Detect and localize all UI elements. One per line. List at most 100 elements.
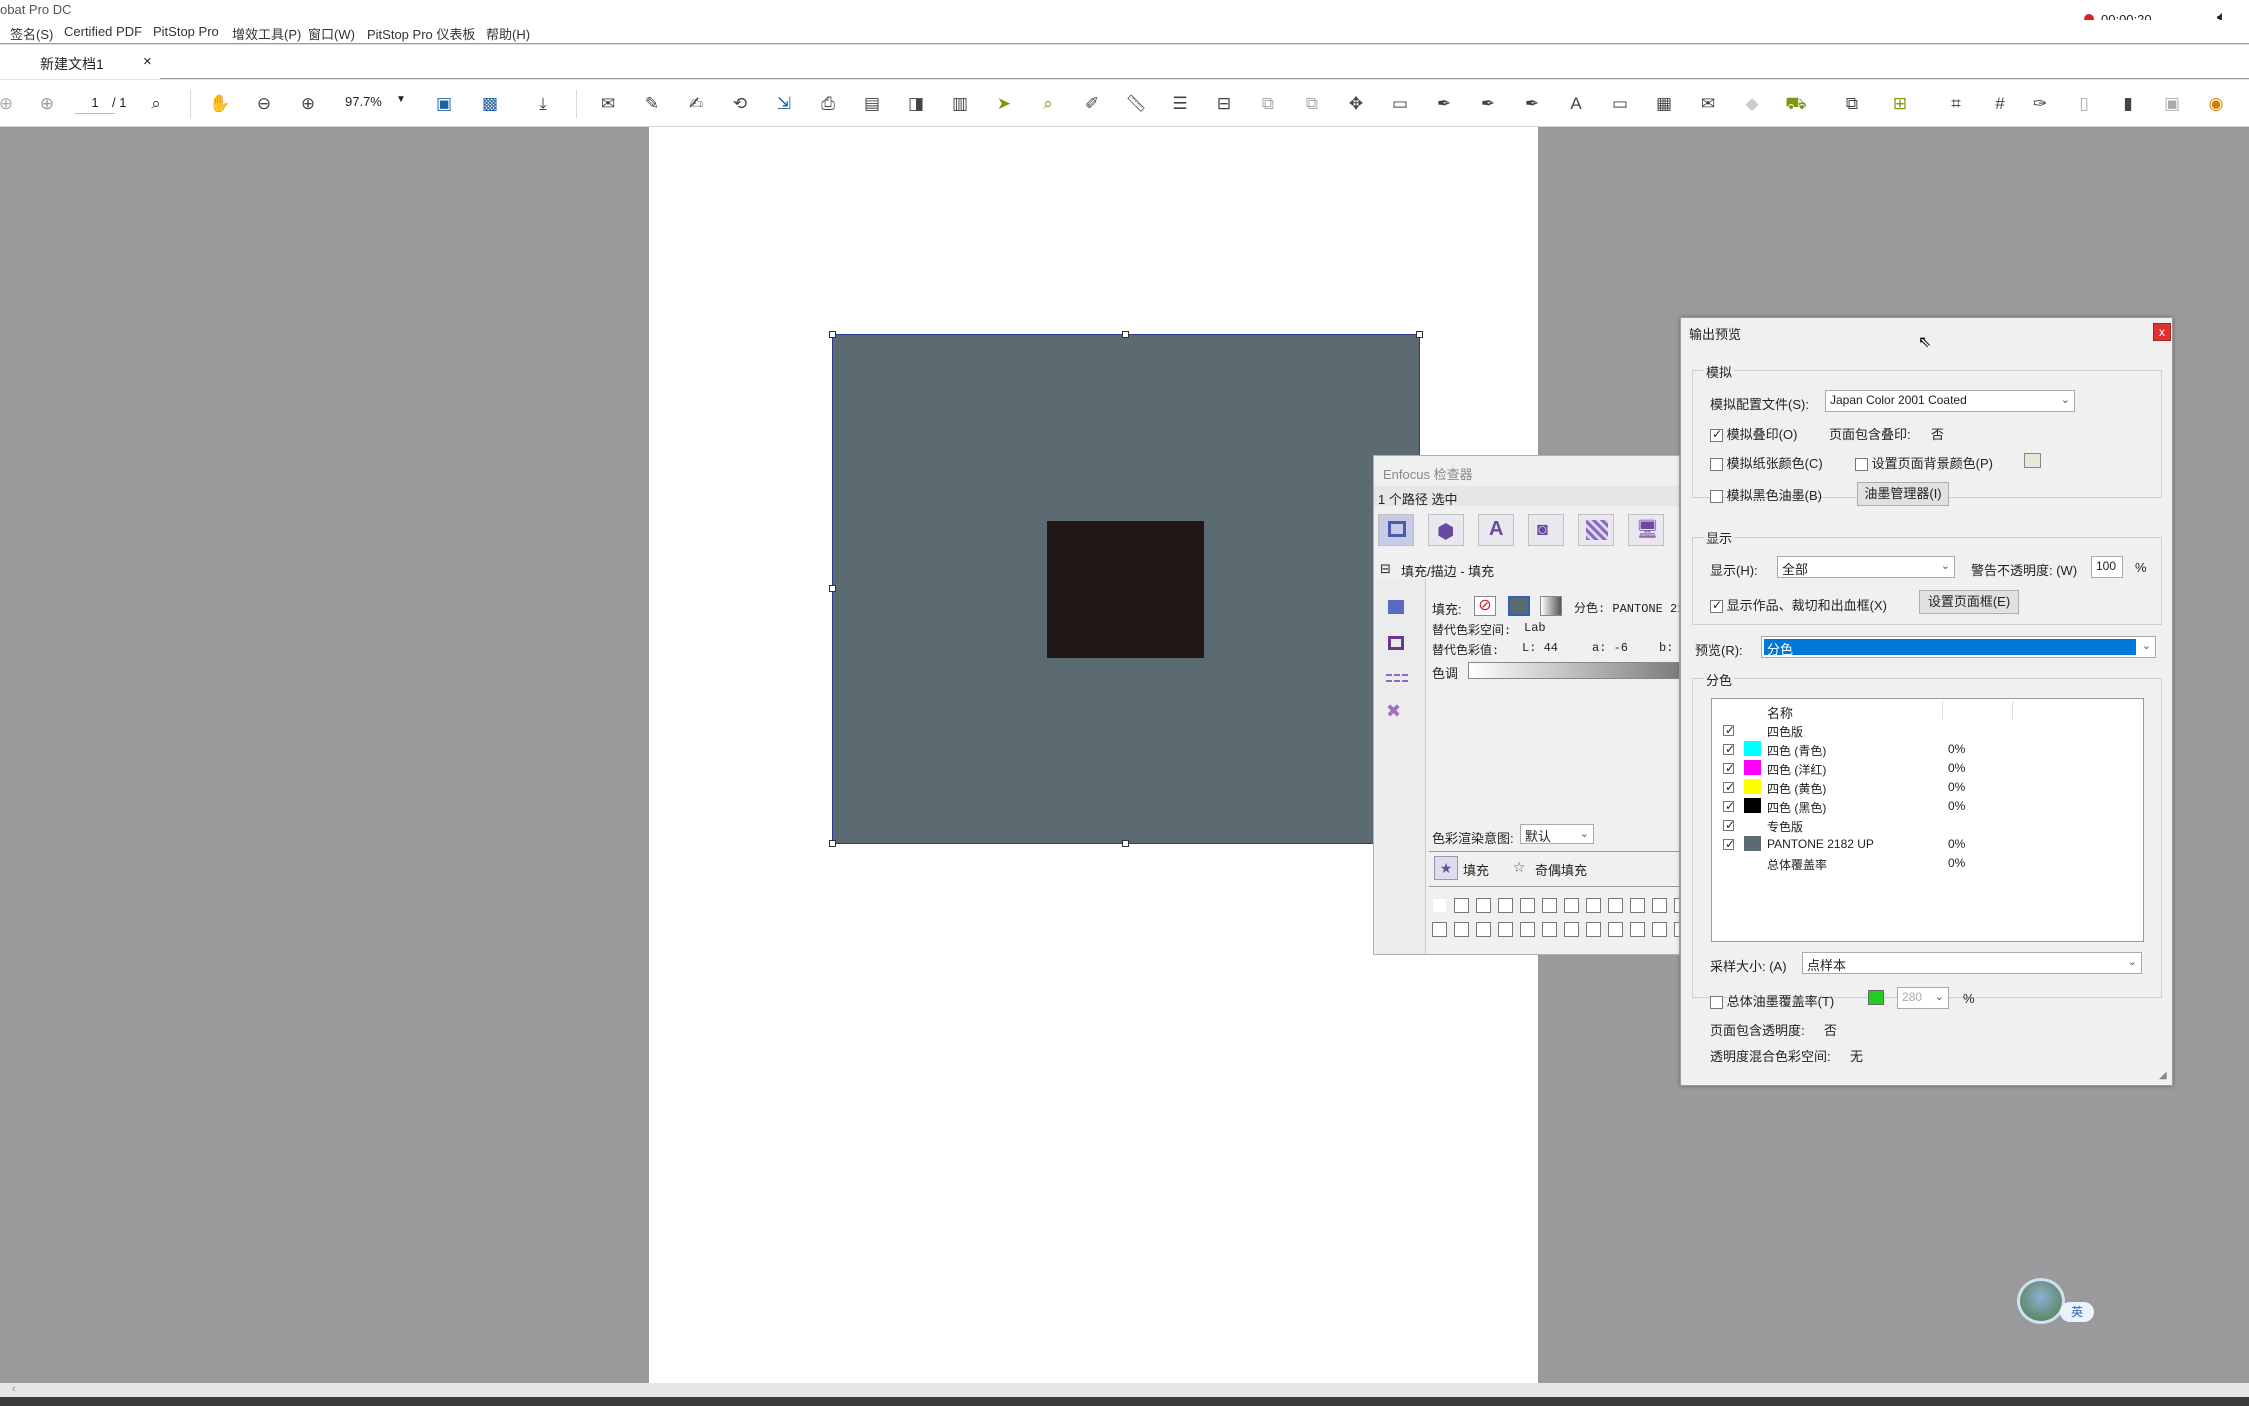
color-swatch-slot[interactable] [1542, 898, 1557, 913]
inner-rectangle[interactable] [1047, 521, 1204, 658]
menu-plugins[interactable]: 增效工具(P) [232, 24, 301, 43]
separation-checkbox[interactable] [1723, 761, 1735, 775]
grid-icon[interactable]: ▦ [1652, 92, 1676, 116]
checkbox[interactable] [1710, 490, 1723, 504]
find-icon[interactable]: ⌕ [144, 92, 168, 116]
bg-color-swatch[interactable] [2024, 453, 2041, 468]
action-list-icon[interactable]: ⛟ [1784, 92, 1808, 116]
color-swatch-slot[interactable] [1564, 922, 1579, 937]
selection-handle[interactable] [829, 331, 836, 338]
horizontal-scrollbar[interactable]: ‹ [0, 1383, 2249, 1397]
separation-checkbox[interactable] [1723, 723, 1735, 737]
separation-row[interactable]: 四色 (洋红) 0% [1712, 758, 2145, 777]
overprint-icon[interactable]: ✖ [1386, 701, 1401, 722]
sample-size-select[interactable]: 点样本 ⌄ [1802, 952, 2142, 974]
pen-icon[interactable]: ✐ [1080, 92, 1104, 116]
set-bg-option[interactable]: 设置页面背景颜色(P) [1855, 453, 1993, 472]
align-icon[interactable]: ☰ [1168, 92, 1192, 116]
total-ink-input[interactable]: 280 ⌄ [1897, 987, 1949, 1009]
separation-checkbox[interactable] [1723, 837, 1735, 851]
gradient-icon[interactable]: ◨ [904, 92, 928, 116]
separation-checkbox[interactable] [1723, 742, 1735, 756]
fill-stroke-tab-icon[interactable] [1378, 514, 1414, 546]
ime-indicator[interactable]: 英 [2060, 1302, 2094, 1322]
output-tab-icon[interactable]: 🖥︎ [1628, 514, 1664, 546]
separation-row[interactable]: 四色版 [1712, 720, 2145, 739]
color-swatch-slot[interactable] [1498, 898, 1513, 913]
display-select[interactable]: 全部 ⌄ [1777, 556, 1955, 578]
fit-page-icon[interactable]: ▣ [432, 92, 456, 116]
trim-icon[interactable]: # [1988, 92, 2012, 116]
rectangle-icon[interactable]: ▭ [1388, 92, 1412, 116]
checkbox[interactable] [1710, 598, 1723, 614]
color-swatch-slot[interactable] [1520, 898, 1535, 913]
separation-row[interactable]: 四色 (青色) 0% [1712, 739, 2145, 758]
print-icon[interactable]: ⎙ [816, 92, 840, 116]
edit-object-icon[interactable]: ⟲ [728, 92, 752, 116]
eyedropper-icon[interactable]: ✑ [2028, 92, 2052, 116]
highlight-icon[interactable]: ✎ [640, 92, 664, 116]
menu-pitstop-dashboard[interactable]: PitStop Pro 仪表板 [367, 24, 475, 43]
selection-handle[interactable] [829, 585, 836, 592]
ruler-icon[interactable]: 📏︎ [1124, 92, 1148, 116]
separation-checkbox[interactable] [1723, 780, 1735, 794]
bezier-remove-icon[interactable]: ✒ [1520, 92, 1544, 116]
dash-icon[interactable] [1386, 674, 1408, 682]
separation-row[interactable]: 专色版 [1712, 815, 2145, 834]
shape-icon[interactable]: ◆ [1740, 92, 1764, 116]
mail-icon[interactable]: ✉ [1696, 92, 1720, 116]
color-swatch-slot[interactable] [1498, 922, 1513, 937]
fit-width-icon[interactable]: ▩ [478, 92, 502, 116]
zoom-level[interactable]: 97.7% [345, 94, 382, 109]
download-icon[interactable]: ⤓ [531, 92, 555, 116]
total-ink-option[interactable]: 总体油墨覆盖率(T) [1710, 991, 1834, 1010]
text-icon[interactable]: A [1564, 92, 1588, 116]
sign-icon[interactable]: ✍ [684, 92, 708, 116]
ink-manager-button[interactable]: 油墨管理器(I) [1857, 482, 1949, 506]
total-ink-color-swatch[interactable] [1868, 990, 1884, 1005]
menu-pitstop-pro[interactable]: PitStop Pro [153, 24, 219, 39]
close-button[interactable]: x [2153, 323, 2171, 341]
textbox-icon[interactable]: ▭ [1608, 92, 1632, 116]
color-swatch-slot[interactable] [1608, 898, 1623, 913]
separation-row[interactable]: 四色 (黄色) 0% [1712, 777, 2145, 796]
menu-window[interactable]: 窗口(W) [308, 24, 355, 43]
image-tab-icon[interactable]: ◙ [1528, 514, 1564, 546]
fill-icon[interactable] [1388, 600, 1404, 614]
text-tab-icon[interactable]: A [1478, 514, 1514, 546]
menu-certified-pdf[interactable]: Certified PDF [64, 24, 142, 39]
move-icon[interactable]: ✥ [1344, 92, 1368, 116]
avatar[interactable] [2017, 1278, 2065, 1324]
fill-rule-star-icon[interactable]: ★ [1434, 856, 1458, 880]
separation-row[interactable]: 四色 (黑色) 0% [1712, 796, 2145, 815]
color-swatch-slot[interactable] [1608, 922, 1623, 937]
tab-document[interactable]: 新建文档1 × [0, 45, 160, 79]
stroke-icon[interactable] [1388, 636, 1404, 650]
preflight-icon[interactable]: ▤ [860, 92, 884, 116]
sim-overprint-option[interactable]: 模拟叠印(O) [1710, 424, 1797, 443]
page-number-input[interactable]: 1 [75, 92, 115, 114]
bezier-icon[interactable]: ✒ [1432, 92, 1456, 116]
selection-handle[interactable] [1122, 331, 1129, 338]
color-swatch-slot[interactable] [1564, 898, 1579, 913]
no-fill-icon[interactable]: ⊘ [1474, 596, 1496, 616]
layers-icon[interactable]: ⧉ [1840, 92, 1864, 116]
color-swatch-slot[interactable] [1432, 922, 1447, 937]
color-swatch-slot[interactable] [1586, 898, 1601, 913]
comment-icon[interactable]: ✉ [596, 92, 620, 116]
color-swatch-slot[interactable] [1542, 922, 1557, 937]
selection-handle[interactable] [829, 840, 836, 847]
scroll-left-icon[interactable]: ‹ [12, 1383, 16, 1395]
color-swatch-slot[interactable] [1476, 922, 1491, 937]
menu-sign[interactable]: 签名(S) [10, 24, 53, 43]
group-icon[interactable]: ⧉ [1256, 92, 1280, 116]
separation-row[interactable]: PANTONE 2182 UP 0% [1712, 834, 2145, 853]
checkbox[interactable] [1855, 458, 1868, 472]
color-swatch-slot[interactable] [1476, 898, 1491, 913]
tint-slider[interactable] [1468, 662, 1679, 679]
snapshot-icon[interactable]: ▣ [2160, 92, 2184, 116]
select-arrow-icon[interactable]: ➤ [992, 92, 1016, 116]
selection-handle[interactable] [1122, 840, 1129, 847]
bezier-add-icon[interactable]: ✒ [1476, 92, 1500, 116]
gradient-fill-icon[interactable] [1540, 596, 1562, 616]
